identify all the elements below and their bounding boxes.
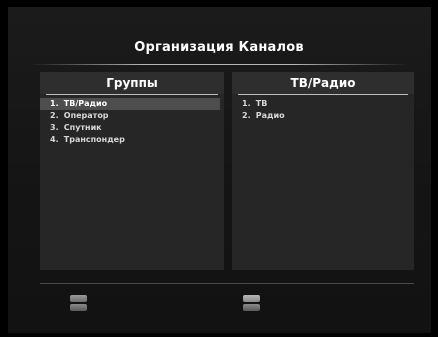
list-item-label: ТВ <box>255 99 268 108</box>
channel-organization-screen: Организация Каналов Группы 1. ТВ/Радио 2… <box>0 0 438 337</box>
list-item-label: Транспондер <box>63 135 125 144</box>
page-title: Организация Каналов <box>134 40 304 55</box>
list-item-label: Спутник <box>63 123 102 132</box>
content-panel: ТВ/Радио 1. ТВ 2. Радио <box>232 72 414 270</box>
key-top-segment <box>70 295 87 302</box>
list-item-number: 1. <box>242 99 251 108</box>
list-item-label: ТВ/Радио <box>63 99 108 108</box>
content-item-radio[interactable]: 2. Радио <box>232 110 410 122</box>
group-item-transponder[interactable]: 4. Транспондер <box>40 134 220 146</box>
remote-key-icon[interactable] <box>70 295 87 312</box>
content-list: 1. ТВ 2. Радио <box>232 98 414 122</box>
footer-divider <box>40 283 414 284</box>
content-item-tv[interactable]: 1. ТВ <box>232 98 410 110</box>
groups-header: Группы <box>40 72 224 94</box>
title-divider <box>30 64 408 65</box>
list-item-label: Оператор <box>63 111 109 120</box>
group-item-satellite[interactable]: 3. Спутник <box>40 122 220 134</box>
groups-list: 1. ТВ/Радио 2. Оператор 3. Спутник 4. Тр… <box>40 98 224 146</box>
list-item-number: 2. <box>50 111 59 120</box>
key-bottom-segment <box>243 304 260 311</box>
groups-header-divider <box>46 94 218 95</box>
group-item-tv-radio[interactable]: 1. ТВ/Радио <box>40 98 220 110</box>
remote-key-icon[interactable] <box>243 295 260 312</box>
list-item-number: 4. <box>50 135 59 144</box>
content-header-divider <box>238 94 408 95</box>
key-bottom-segment <box>70 304 87 311</box>
content-header: ТВ/Радио <box>232 72 414 94</box>
list-item-number: 3. <box>50 123 59 132</box>
groups-panel: Группы 1. ТВ/Радио 2. Оператор 3. Спутни… <box>40 72 224 270</box>
key-top-segment <box>243 295 260 302</box>
group-item-operator[interactable]: 2. Оператор <box>40 110 220 122</box>
list-item-label: Радио <box>255 111 285 120</box>
list-item-number: 1. <box>50 99 59 108</box>
list-item-number: 2. <box>242 111 251 120</box>
